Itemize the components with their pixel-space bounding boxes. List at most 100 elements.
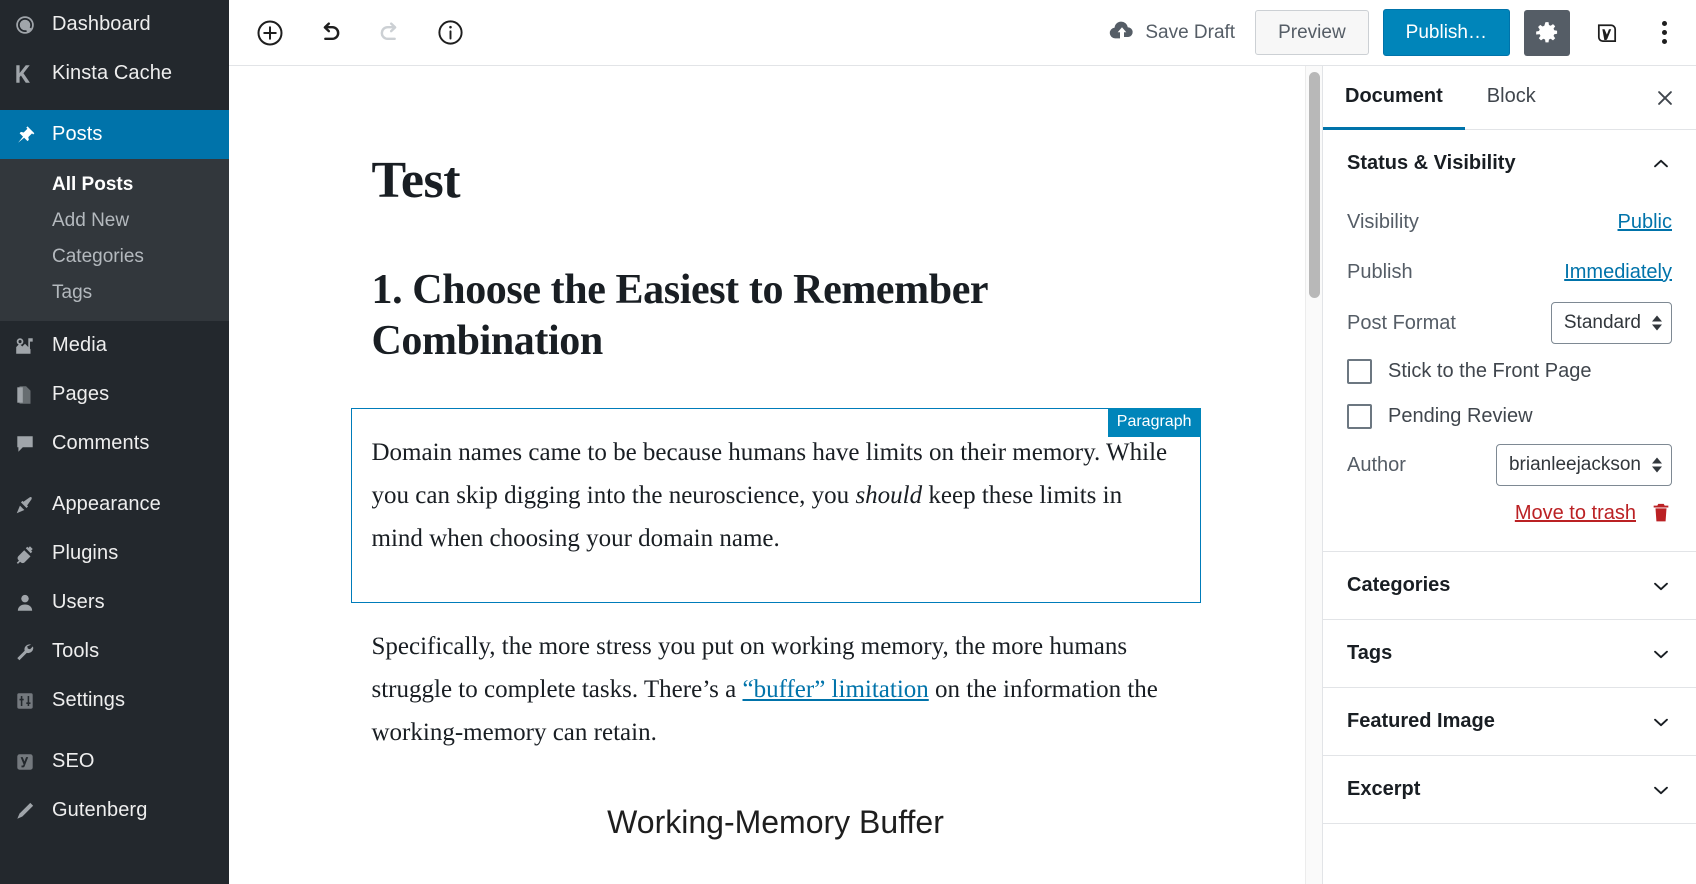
sidebar-item-label: Dashboard [52, 13, 151, 35]
info-icon[interactable] [431, 14, 469, 52]
image-block-title: Working-Memory Buffer [607, 803, 944, 840]
comments-icon [14, 433, 52, 455]
sidebar-item-label: Settings [52, 689, 126, 711]
paintbrush-icon [14, 494, 52, 516]
sidebar-item-tools[interactable]: Tools [0, 627, 229, 676]
sidebar-item-label: Kinsta Cache [52, 62, 173, 84]
panel-tags-header[interactable]: Tags [1323, 620, 1696, 687]
row-value: Immediately [1564, 261, 1672, 284]
panel-featured-image-header[interactable]: Featured Image [1323, 688, 1696, 755]
sidebar-item-media[interactable]: Media [0, 321, 229, 370]
tab-document[interactable]: Document [1323, 66, 1465, 130]
redo-button[interactable] [371, 14, 409, 52]
trash-icon[interactable] [1650, 501, 1672, 525]
post-heading-block[interactable]: 1. Choose the Easiest to Remember Combin… [372, 265, 1180, 367]
sidebar-item-seo[interactable]: SEO [0, 737, 229, 786]
sidebar-item-label: Plugins [52, 542, 119, 564]
panel-title: Tags [1347, 642, 1393, 664]
user-icon [14, 592, 52, 614]
submenu-item-add-new[interactable]: Add New [0, 203, 229, 239]
panel-title: Categories [1347, 574, 1451, 596]
undo-button[interactable] [311, 14, 349, 52]
sidebar-item-label: SEO [52, 750, 95, 772]
panel-categories: Categories [1323, 552, 1696, 620]
move-to-trash-link[interactable]: Move to trash [1515, 502, 1636, 525]
post-format-select[interactable]: Standard [1550, 302, 1672, 344]
pencil-icon [14, 800, 52, 822]
author-select[interactable]: brianleejackson [1495, 444, 1672, 486]
checkbox-box[interactable] [1347, 359, 1372, 384]
submenu-item-categories[interactable]: Categories [0, 239, 229, 275]
editor-region: Save Draft Preview Publish… Test 1. Choo… [229, 0, 1696, 884]
panel-tags: Tags [1323, 620, 1696, 688]
tab-block[interactable]: Block [1465, 66, 1558, 130]
sidebar-item-plugins[interactable]: Plugins [0, 529, 229, 578]
settings-tabs: Document Block [1323, 66, 1696, 130]
panel-excerpt-header[interactable]: Excerpt [1323, 756, 1696, 823]
paragraph-text: Domain names came to be because humans h… [372, 431, 1180, 560]
sidebar-item-appearance[interactable]: Appearance [0, 480, 229, 529]
menu-separator [0, 468, 229, 480]
checkbox-label: Pending Review [1388, 405, 1533, 427]
paragraph-block-2[interactable]: Specifically, the more stress you put on… [372, 625, 1180, 754]
buffer-limitation-link[interactable]: “buffer” limitation [742, 676, 928, 703]
publish-button[interactable]: Publish… [1382, 9, 1510, 56]
row-publish: Publish Immediately [1347, 247, 1672, 297]
canvas-scrollbar[interactable] [1305, 66, 1322, 884]
settings-sidebar: Document Block Status & Visibility Visib… [1322, 66, 1696, 884]
submenu-item-all-posts[interactable]: All Posts [0, 167, 229, 203]
close-settings-button[interactable] [1634, 66, 1696, 129]
sidebar-item-label: Pages [52, 383, 110, 405]
save-draft-button[interactable]: Save Draft [1103, 16, 1241, 50]
selected-paragraph-block[interactable]: Paragraph Domain names came to be becaus… [350, 407, 1201, 603]
checkbox-pending-review[interactable]: Pending Review [1347, 394, 1672, 439]
submenu-item-tags[interactable]: Tags [0, 275, 229, 311]
visibility-value-link[interactable]: Public [1618, 211, 1672, 233]
sidebar-item-settings[interactable]: Settings [0, 676, 229, 725]
canvas-inner: Test 1. Choose the Easiest to Remember C… [229, 66, 1322, 841]
row-label: Post Format [1347, 311, 1456, 334]
panel-title: Featured Image [1347, 710, 1495, 732]
sidebar-item-label: Posts [52, 123, 103, 145]
pin-icon [14, 124, 52, 146]
panel-status-visibility: Status & Visibility Visibility Public Pu… [1323, 130, 1696, 552]
preview-button[interactable]: Preview [1255, 10, 1369, 55]
panel-categories-header[interactable]: Categories [1323, 552, 1696, 619]
checkbox-stick-to-front-page[interactable]: Stick to the Front Page [1347, 349, 1672, 394]
post-title[interactable]: Test [372, 152, 1180, 209]
publish-date-link[interactable]: Immediately [1564, 261, 1672, 283]
toolbar-left-group [251, 14, 469, 52]
sidebar-item-dashboard[interactable]: Dashboard [0, 0, 229, 49]
kinsta-icon [14, 63, 52, 85]
sidebar-item-users[interactable]: Users [0, 578, 229, 627]
yoast-seo-button[interactable] [1584, 10, 1630, 56]
settings-gear-button[interactable] [1524, 9, 1570, 56]
yoast-icon [14, 751, 52, 773]
editor-toolbar: Save Draft Preview Publish… [229, 0, 1696, 66]
row-label: Visibility [1347, 210, 1419, 233]
sidebar-item-kinsta-cache[interactable]: Kinsta Cache [0, 49, 229, 98]
sliders-icon [14, 690, 52, 712]
more-options-button[interactable] [1644, 10, 1684, 56]
select-arrows-icon [1652, 315, 1662, 331]
pages-icon [14, 384, 52, 406]
block-type-badge: Paragraph [1107, 407, 1201, 437]
checkbox-box[interactable] [1347, 404, 1372, 429]
row-value: Standard [1550, 302, 1672, 344]
sidebar-item-posts[interactable]: Posts [0, 110, 229, 159]
sidebar-item-label: Media [52, 334, 107, 356]
checkbox-label: Stick to the Front Page [1388, 360, 1592, 382]
post-canvas[interactable]: Test 1. Choose the Easiest to Remember C… [229, 66, 1322, 884]
sidebar-item-pages[interactable]: Pages [0, 370, 229, 419]
scrollbar-thumb[interactable] [1309, 72, 1320, 298]
save-draft-label: Save Draft [1145, 21, 1236, 43]
editor-body: Test 1. Choose the Easiest to Remember C… [229, 66, 1696, 884]
post-content: Test 1. Choose the Easiest to Remember C… [326, 152, 1226, 841]
panel-status-visibility-header[interactable]: Status & Visibility [1323, 130, 1696, 197]
sidebar-item-comments[interactable]: Comments [0, 419, 229, 468]
add-block-button[interactable] [251, 14, 289, 52]
sidebar-item-gutenberg[interactable]: Gutenberg [0, 786, 229, 835]
chevron-up-icon [1650, 153, 1672, 175]
posts-submenu: All Posts Add New Categories Tags [0, 159, 229, 321]
post-format-value: Standard [1563, 312, 1641, 333]
